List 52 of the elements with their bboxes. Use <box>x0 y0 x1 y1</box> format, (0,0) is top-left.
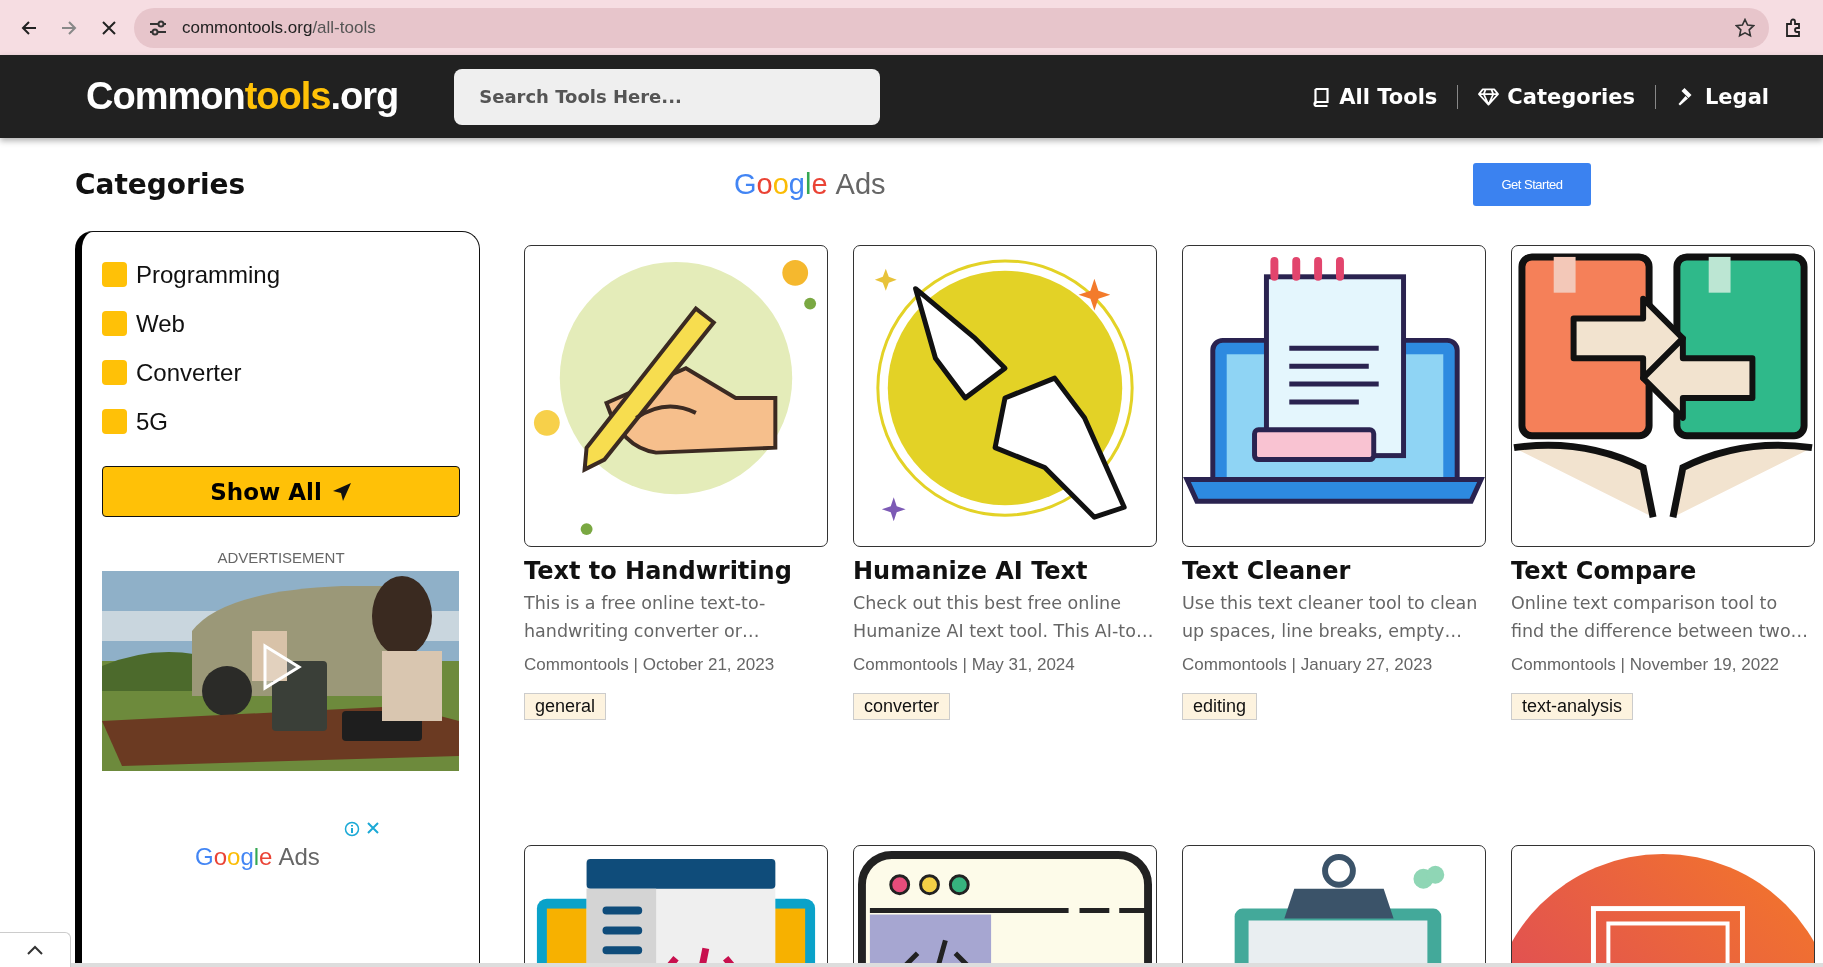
site-logo[interactable]: Commontools.org <box>86 75 399 118</box>
tool-title[interactable]: Text Compare <box>1511 557 1815 585</box>
category-label[interactable]: Web <box>136 309 185 338</box>
tool-tag[interactable]: converter <box>853 693 951 720</box>
tool-meta: Commontools | November 19, 2022 <box>1511 654 1781 676</box>
tool-meta: Commontools | January 27, 2023 <box>1182 654 1434 676</box>
tool-tag[interactable]: general <box>524 693 607 720</box>
tool-description: This is a free online text-to-handwriting converter or… <box>524 592 767 643</box>
close-icon[interactable] <box>101 19 117 36</box>
arrow-icon <box>331 481 352 502</box>
book-icon <box>1310 86 1332 107</box>
category-checkbox[interactable] <box>102 360 127 385</box>
category-checkbox[interactable] <box>102 311 127 336</box>
tool-title[interactable]: Humanize AI Text <box>853 557 1157 585</box>
tool-description: Online text comparison tool to find the difference between two… <box>1511 592 1810 643</box>
tool-meta: Commontools | May 31, 2024 <box>853 654 1076 676</box>
search-field[interactable]: Search Tools Here... <box>454 68 881 125</box>
category-label[interactable]: Converter <box>136 358 242 387</box>
url-text: commontools.org/all-tools <box>182 17 376 38</box>
tool-description: Check out this best free online Humanize AI text tool. This AI-to… <box>853 592 1155 643</box>
tool-title[interactable]: Text to Handwriting <box>524 557 828 585</box>
tool-description: Use this text cleaner tool to clean up spaces, line breaks, empty… <box>1182 592 1479 643</box>
tool-card-image[interactable] <box>853 245 1157 547</box>
site-settings-icon <box>148 18 168 37</box>
forward-arrow-icon[interactable] <box>60 18 78 37</box>
tool-title[interactable]: Text Cleaner <box>1182 557 1486 585</box>
nav-link[interactable]: Categories <box>1457 84 1655 109</box>
info-icon[interactable] <box>344 821 360 837</box>
google-wordmark: Google <box>195 843 273 871</box>
category-label[interactable]: 5G <box>136 407 168 436</box>
tool-meta: Commontools | October 21, 2023 <box>524 654 776 676</box>
tool-tag[interactable]: editing <box>1182 693 1258 720</box>
star-icon[interactable] <box>1735 17 1755 38</box>
ad-label: ADVERTISEMENT <box>216 549 346 566</box>
category-label[interactable]: Programming <box>136 260 281 289</box>
category-checkbox[interactable] <box>102 262 127 287</box>
nav-link[interactable]: All Tools <box>1290 84 1458 109</box>
back-arrow-icon[interactable] <box>20 18 38 37</box>
ads-wordmark: Ads <box>835 168 886 201</box>
diamond-icon <box>1478 86 1500 107</box>
section-heading: Categories <box>75 168 247 201</box>
ads-wordmark: Ads <box>278 843 320 871</box>
tool-tag[interactable]: text-analysis <box>1511 693 1634 720</box>
nav-link[interactable]: Legal <box>1654 84 1789 109</box>
tool-card-image[interactable] <box>1182 245 1486 547</box>
category-checkbox[interactable] <box>102 409 127 434</box>
address-bar[interactable]: commontools.org/all-tools <box>134 7 1769 48</box>
show-all-button[interactable]: Show All <box>102 466 460 517</box>
play-icon[interactable] <box>262 643 302 691</box>
google-wordmark: Google <box>734 168 828 201</box>
chevron-up-icon <box>26 944 44 956</box>
get-started-button[interactable]: Get Started <box>1473 163 1591 206</box>
